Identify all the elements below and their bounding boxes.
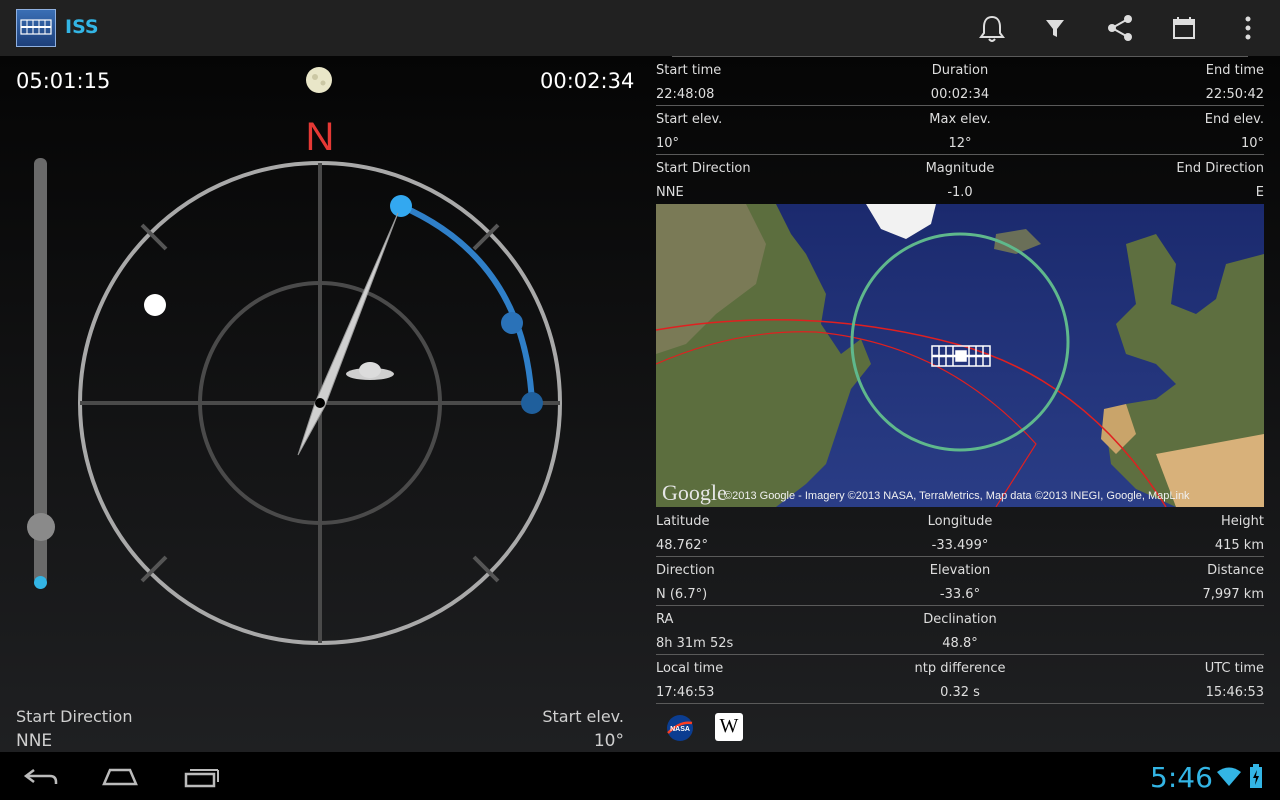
moon-position-marker [144, 294, 166, 316]
iss-app-icon[interactable] [16, 9, 56, 47]
end-time-value: 22:50:42 [1205, 87, 1264, 102]
google-logo: Google [662, 480, 727, 505]
iss-position-icon [346, 362, 394, 380]
start-direction-value: NNE [16, 731, 53, 751]
direction-value: N (6.7°) [656, 587, 708, 602]
start-elev-label: Start elev. [656, 112, 723, 127]
longitude-label: Longitude [927, 514, 993, 529]
nasa-link-icon[interactable]: NASA [665, 713, 695, 743]
longitude-value: -33.499° [931, 538, 989, 553]
duration-label: Duration [931, 63, 989, 78]
height-value: 415 km [1214, 538, 1264, 553]
start-elev-label: Start elev. [542, 707, 624, 726]
start-elev-value: 10° [656, 136, 680, 151]
pass-path [399, 203, 535, 404]
status-clock: 5:46 [1150, 761, 1213, 794]
map-attribution: ©2013 Google - Imagery ©2013 NASA, Terra… [724, 490, 1190, 502]
time-until-pass: 05:01:15 [16, 69, 111, 93]
end-direction-label: End Direction [1176, 161, 1264, 176]
needle-pivot [315, 398, 325, 408]
wifi-icon [1217, 767, 1241, 786]
pass-current-point [501, 312, 523, 334]
elevation-label: Elevation [929, 563, 991, 578]
recent-apps-icon[interactable] [182, 764, 222, 790]
max-elev-label: Max elev. [929, 112, 991, 127]
latitude-label: Latitude [656, 514, 710, 529]
moon-icon [306, 67, 332, 93]
distance-label: Distance [1207, 563, 1264, 578]
end-direction-value: E [1255, 185, 1264, 200]
wikipedia-link-icon[interactable]: W [715, 713, 743, 741]
ra-label: RA [656, 612, 674, 627]
utc-time-label: UTC time [1204, 661, 1264, 676]
info-row-celestial: RA Declination 8h 31m 52s 48.8° [656, 606, 1264, 655]
info-row-coordinates: Latitude Longitude Height 48.762° -33.49… [656, 508, 1264, 557]
app-title[interactable]: ISS [65, 16, 99, 38]
elevation-value: -33.6° [939, 587, 981, 602]
back-icon[interactable] [20, 762, 60, 790]
battery-icon [1250, 764, 1262, 788]
info-row-times: Start time Duration End time 22:48:08 00… [656, 57, 1264, 106]
nasa-logo-text: NASA [670, 726, 690, 733]
info-row-elevations: Start elev. Max elev. End elev. 10° 12° … [656, 106, 1264, 155]
system-nav-bar: 5:46 [0, 752, 1280, 800]
device-direction-needle [297, 212, 399, 456]
info-row-direction: Direction Elevation Distance N (6.7°) -3… [656, 557, 1264, 606]
ntp-difference-label: ntp difference [914, 661, 1006, 676]
duration-value: 00:02:34 [930, 87, 990, 102]
share-icon[interactable] [1100, 8, 1140, 48]
elevation-slider-thumb[interactable] [27, 513, 55, 541]
pass-duration: 00:02:34 [540, 69, 635, 93]
end-elev-label: End elev. [1204, 112, 1264, 127]
declination-value: 48.8° [942, 636, 978, 651]
magnitude-value: -1.0 [947, 185, 973, 200]
sky-plot: N [78, 115, 562, 645]
wikipedia-logo-text: W [719, 715, 739, 737]
ra-value: 8h 31m 52s [656, 636, 734, 651]
distance-value: 7,997 km [1202, 587, 1264, 602]
direction-label: Direction [656, 563, 715, 578]
max-elev-value: 12° [948, 136, 972, 151]
start-direction-label: Start Direction [16, 707, 133, 726]
end-time-label: End time [1205, 63, 1264, 78]
start-direction-value: NNE [656, 185, 684, 200]
magnitude-label: Magnitude [925, 161, 995, 176]
satellite-map[interactable]: Google ©2013 Google - Imagery ©2013 NASA… [656, 204, 1264, 507]
latitude-value: 48.762° [656, 538, 708, 553]
info-row-directions: Start Direction Magnitude End Direction … [656, 155, 1264, 204]
declination-label: Declination [923, 612, 997, 627]
elevation-marker [34, 576, 47, 589]
start-time-label: Start time [656, 63, 722, 78]
start-elev-value: 10° [593, 731, 624, 751]
end-elev-value: 10° [1240, 136, 1264, 151]
ntp-difference-value: 0.32 s [940, 685, 980, 700]
local-time-value: 17:46:53 [656, 685, 715, 700]
filter-icon[interactable] [1035, 8, 1075, 48]
height-label: Height [1221, 514, 1264, 529]
local-time-label: Local time [656, 661, 724, 676]
start-time-value: 22:48:08 [656, 87, 715, 102]
overflow-menu-icon[interactable] [1228, 8, 1268, 48]
start-direction-label: Start Direction [656, 161, 751, 176]
alarm-bell-icon[interactable] [972, 8, 1012, 48]
info-row-time: Local time ntp difference UTC time 17:46… [656, 655, 1264, 704]
pass-start-point [390, 195, 412, 217]
action-bar: ISS [0, 0, 1280, 57]
calendar-icon[interactable] [1164, 8, 1204, 48]
north-label: N [306, 115, 335, 159]
pass-end-point [521, 392, 543, 414]
home-icon[interactable] [100, 764, 140, 790]
utc-time-value: 15:46:53 [1205, 685, 1264, 700]
